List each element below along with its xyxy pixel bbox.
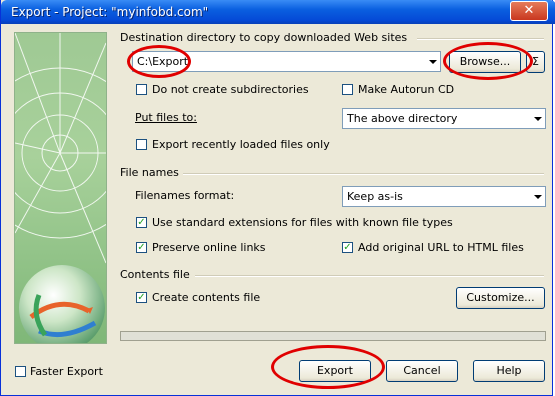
chevron-down-icon[interactable] [534, 194, 542, 199]
group-divider [417, 38, 544, 40]
no-subdirs-label: Do not create subdirectories [152, 83, 309, 96]
faster-export-checkbox[interactable] [15, 366, 26, 377]
chevron-down-icon[interactable] [534, 116, 542, 121]
export-progress-bar [120, 331, 546, 341]
put-files-label: Put files to: [135, 111, 197, 124]
preserve-links-label: Preserve online links [152, 241, 266, 254]
filenames-format-value[interactable]: Keep as-is [347, 190, 403, 203]
put-files-value[interactable]: The above directory [347, 112, 457, 125]
close-icon: ✕ [523, 3, 535, 18]
window-title: Export - Project: "myinfobd.com" [11, 5, 209, 19]
side-banner-image [14, 32, 107, 344]
group-divider [195, 275, 544, 277]
autorun-checkbox[interactable] [342, 84, 353, 95]
highlight-oval [127, 45, 191, 78]
recent-only-checkbox[interactable] [136, 139, 147, 150]
title-bar[interactable]: Export - Project: "myinfobd.com" ✕ [1, 0, 555, 24]
close-button[interactable]: ✕ [510, 1, 548, 21]
preserve-links-checkbox[interactable]: ✓ [136, 242, 147, 253]
std-ext-checkbox[interactable]: ✓ [136, 217, 147, 228]
cancel-button[interactable]: Cancel [386, 360, 458, 382]
export-dialog: Export - Project: "myinfobd.com" ✕ Desti… [0, 0, 555, 396]
group-divider [183, 173, 544, 175]
std-ext-label: Use standard extensions for files with k… [152, 216, 453, 229]
filenames-format-combo[interactable]: Keep as-is [342, 186, 546, 207]
create-contents-label: Create contents file [152, 291, 261, 304]
customize-button[interactable]: Customize... [456, 287, 545, 309]
add-url-checkbox[interactable]: ✓ [342, 242, 353, 253]
help-button[interactable]: Help [473, 360, 545, 382]
chevron-down-icon[interactable] [429, 59, 437, 64]
filenames-format-label: Filenames format: [135, 189, 235, 202]
file-names-label: File names [120, 166, 179, 179]
globe-logo-icon [19, 265, 105, 343]
no-subdirs-checkbox[interactable] [136, 84, 147, 95]
recent-only-label: Export recently loaded files only [152, 138, 330, 151]
destination-label: Destination directory to copy downloaded… [120, 31, 408, 44]
put-files-combo[interactable]: The above directory [342, 108, 546, 129]
highlight-oval [271, 345, 385, 389]
faster-export-label: Faster Export [30, 365, 103, 378]
contents-file-label: Contents file [120, 268, 190, 281]
add-url-label: Add original URL to HTML files [358, 241, 524, 254]
create-contents-checkbox[interactable]: ✓ [136, 292, 147, 303]
autorun-label: Make Autorun CD [358, 83, 455, 96]
highlight-oval [443, 42, 533, 80]
